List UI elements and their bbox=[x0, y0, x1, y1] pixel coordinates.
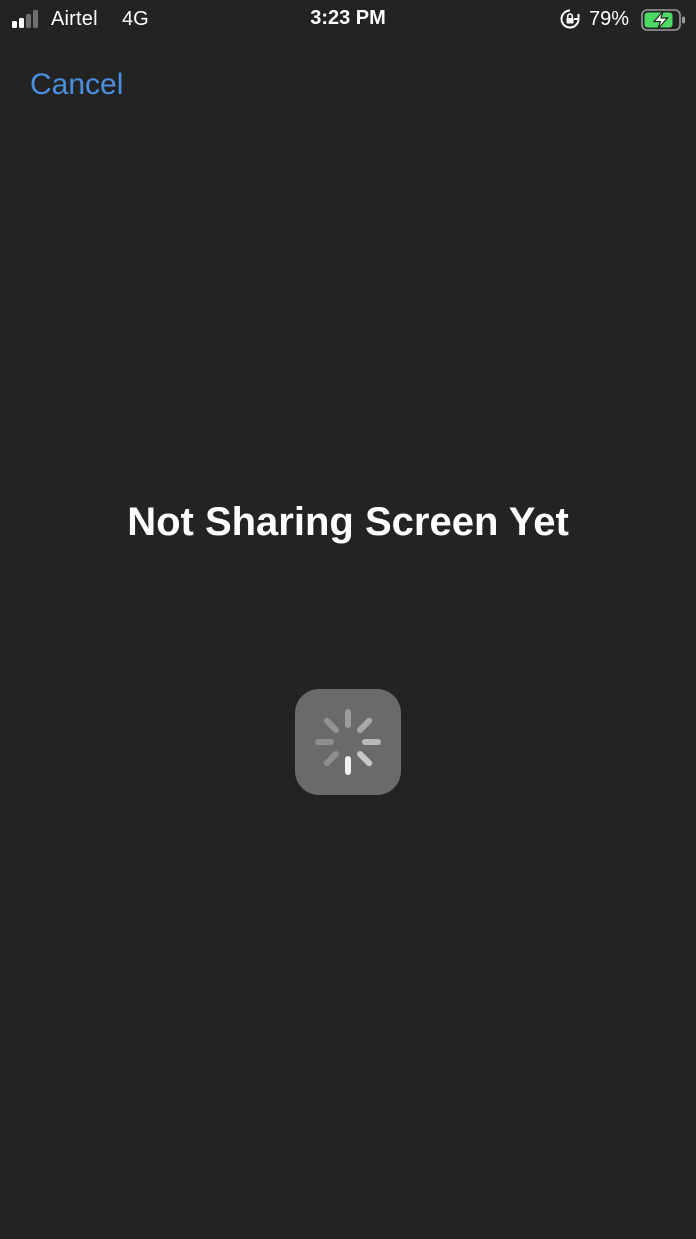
orientation-lock-icon bbox=[559, 8, 581, 30]
page-title: Not Sharing Screen Yet bbox=[127, 500, 569, 544]
loading-indicator bbox=[295, 689, 401, 795]
battery-percentage: 79% bbox=[589, 8, 630, 30]
status-bar: Airtel 4G 3:23 PM 79% bbox=[0, 0, 696, 40]
spinner-icon bbox=[315, 709, 381, 775]
battery-charging-icon bbox=[641, 9, 687, 31]
cancel-button[interactable]: Cancel bbox=[30, 68, 123, 102]
